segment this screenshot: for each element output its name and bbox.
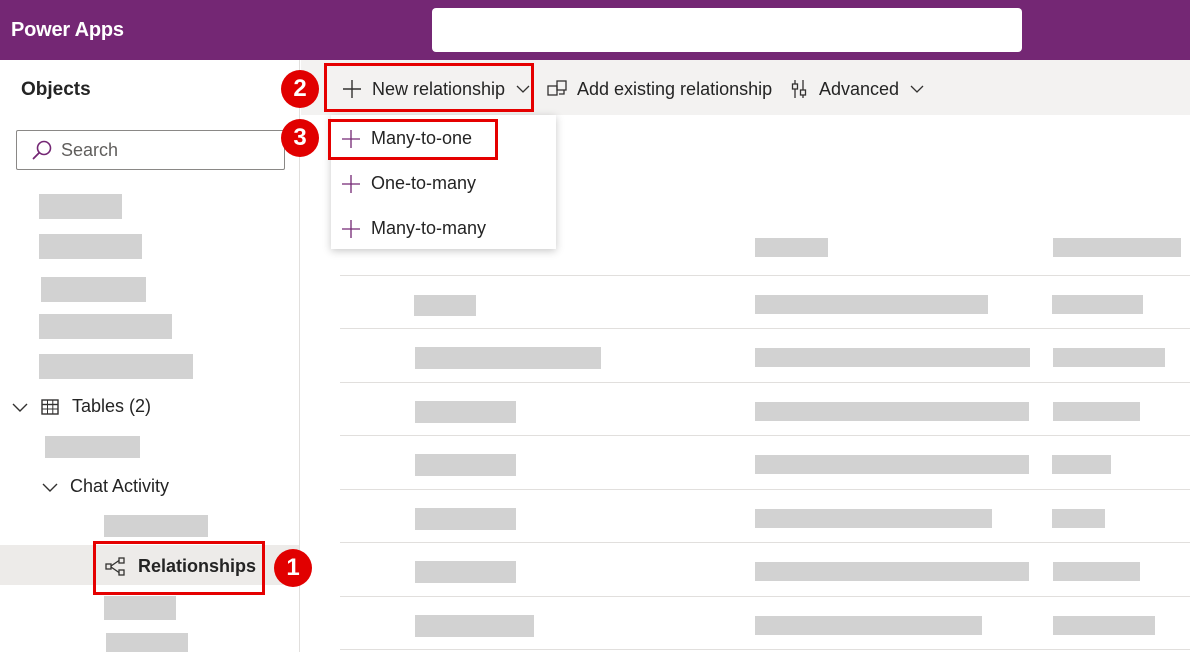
redacted-cell: [755, 455, 1029, 474]
redacted-child-item[interactable]: [104, 515, 208, 537]
search-icon: [32, 140, 52, 160]
search-placeholder: Search: [61, 139, 119, 160]
redacted-cell: [1053, 348, 1165, 367]
redacted-cell: [755, 509, 992, 528]
menu-item-label: One-to-many: [371, 173, 477, 193]
table-icon: [41, 398, 59, 415]
redacted-cell: [415, 508, 516, 530]
redacted-cell: [755, 562, 1029, 581]
callout-badge-1: 1: [274, 549, 312, 587]
row-divider: [340, 649, 1190, 650]
objects-title: Objects: [21, 79, 91, 100]
redacted-object-item[interactable]: [41, 277, 146, 302]
menu-item-label: Many-to-many: [371, 218, 487, 238]
redacted-column-header[interactable]: [1053, 238, 1181, 257]
objects-search-input[interactable]: Search: [16, 130, 285, 170]
redacted-object-item[interactable]: [39, 314, 172, 339]
row-divider: [340, 596, 1190, 597]
app-title[interactable]: Power Apps: [11, 19, 124, 42]
redacted-object-item[interactable]: [39, 354, 193, 379]
top-bar: Power Apps: [0, 0, 1190, 60]
callout-box-new-relationship: [324, 63, 534, 112]
advanced-label: Advanced: [819, 78, 900, 99]
redacted-cell: [1052, 455, 1111, 474]
redacted-cell: [415, 615, 534, 637]
tree-item-chat-activity[interactable]: Chat Activity: [40, 476, 169, 497]
callout-badge-3: 3: [281, 119, 319, 157]
row-divider: [340, 542, 1190, 543]
redacted-cell: [1052, 295, 1143, 314]
redacted-column-header[interactable]: [755, 238, 828, 257]
redacted-cell: [755, 348, 1030, 367]
plus-icon: [342, 174, 360, 193]
row-divider: [340, 275, 1190, 276]
menu-item-one-to-many[interactable]: One-to-many: [341, 173, 476, 194]
add-existing-icon: [547, 80, 567, 96]
redacted-cell: [755, 402, 1029, 421]
redacted-cell: [1053, 562, 1140, 581]
add-existing-label: Add existing relationship: [577, 78, 773, 99]
redacted-cell: [755, 616, 982, 635]
redacted-cell: [414, 295, 476, 316]
chat-activity-label: Chat Activity: [70, 476, 170, 496]
redacted-cell: [415, 347, 601, 369]
chevron-down-icon: [42, 483, 58, 492]
redacted-cell: [415, 561, 516, 583]
callout-box-relationships: [93, 541, 265, 595]
chevron-down-icon: [910, 85, 924, 93]
redacted-object-item[interactable]: [39, 234, 142, 259]
row-divider: [340, 435, 1190, 436]
tree-item-tables[interactable]: Tables (2): [10, 396, 151, 417]
redacted-child-item[interactable]: [106, 633, 188, 652]
redacted-cell: [755, 295, 988, 314]
menu-item-many-to-many[interactable]: Many-to-many: [341, 218, 486, 239]
row-divider: [340, 328, 1190, 329]
global-search-input[interactable]: [432, 8, 1022, 52]
add-existing-relationship-button[interactable]: Add existing relationship: [546, 78, 772, 100]
redacted-cell: [415, 401, 516, 423]
chevron-down-icon: [12, 403, 28, 412]
tables-label: Tables (2): [72, 396, 152, 416]
callout-box-many-to-one: [328, 119, 498, 160]
redacted-cell: [1053, 402, 1140, 421]
redacted-cell: [1053, 616, 1155, 635]
advanced-button[interactable]: Advanced: [788, 78, 925, 100]
plus-icon: [342, 219, 360, 238]
redacted-cell: [1052, 509, 1105, 528]
row-divider: [340, 489, 1190, 490]
callout-badge-2: 2: [281, 70, 319, 108]
row-divider: [340, 382, 1190, 383]
redacted-child-item[interactable]: [104, 596, 176, 620]
redacted-object-item[interactable]: [39, 194, 122, 219]
redacted-table-item[interactable]: [45, 436, 140, 458]
redacted-cell: [415, 454, 516, 476]
advanced-icon: [791, 80, 807, 98]
